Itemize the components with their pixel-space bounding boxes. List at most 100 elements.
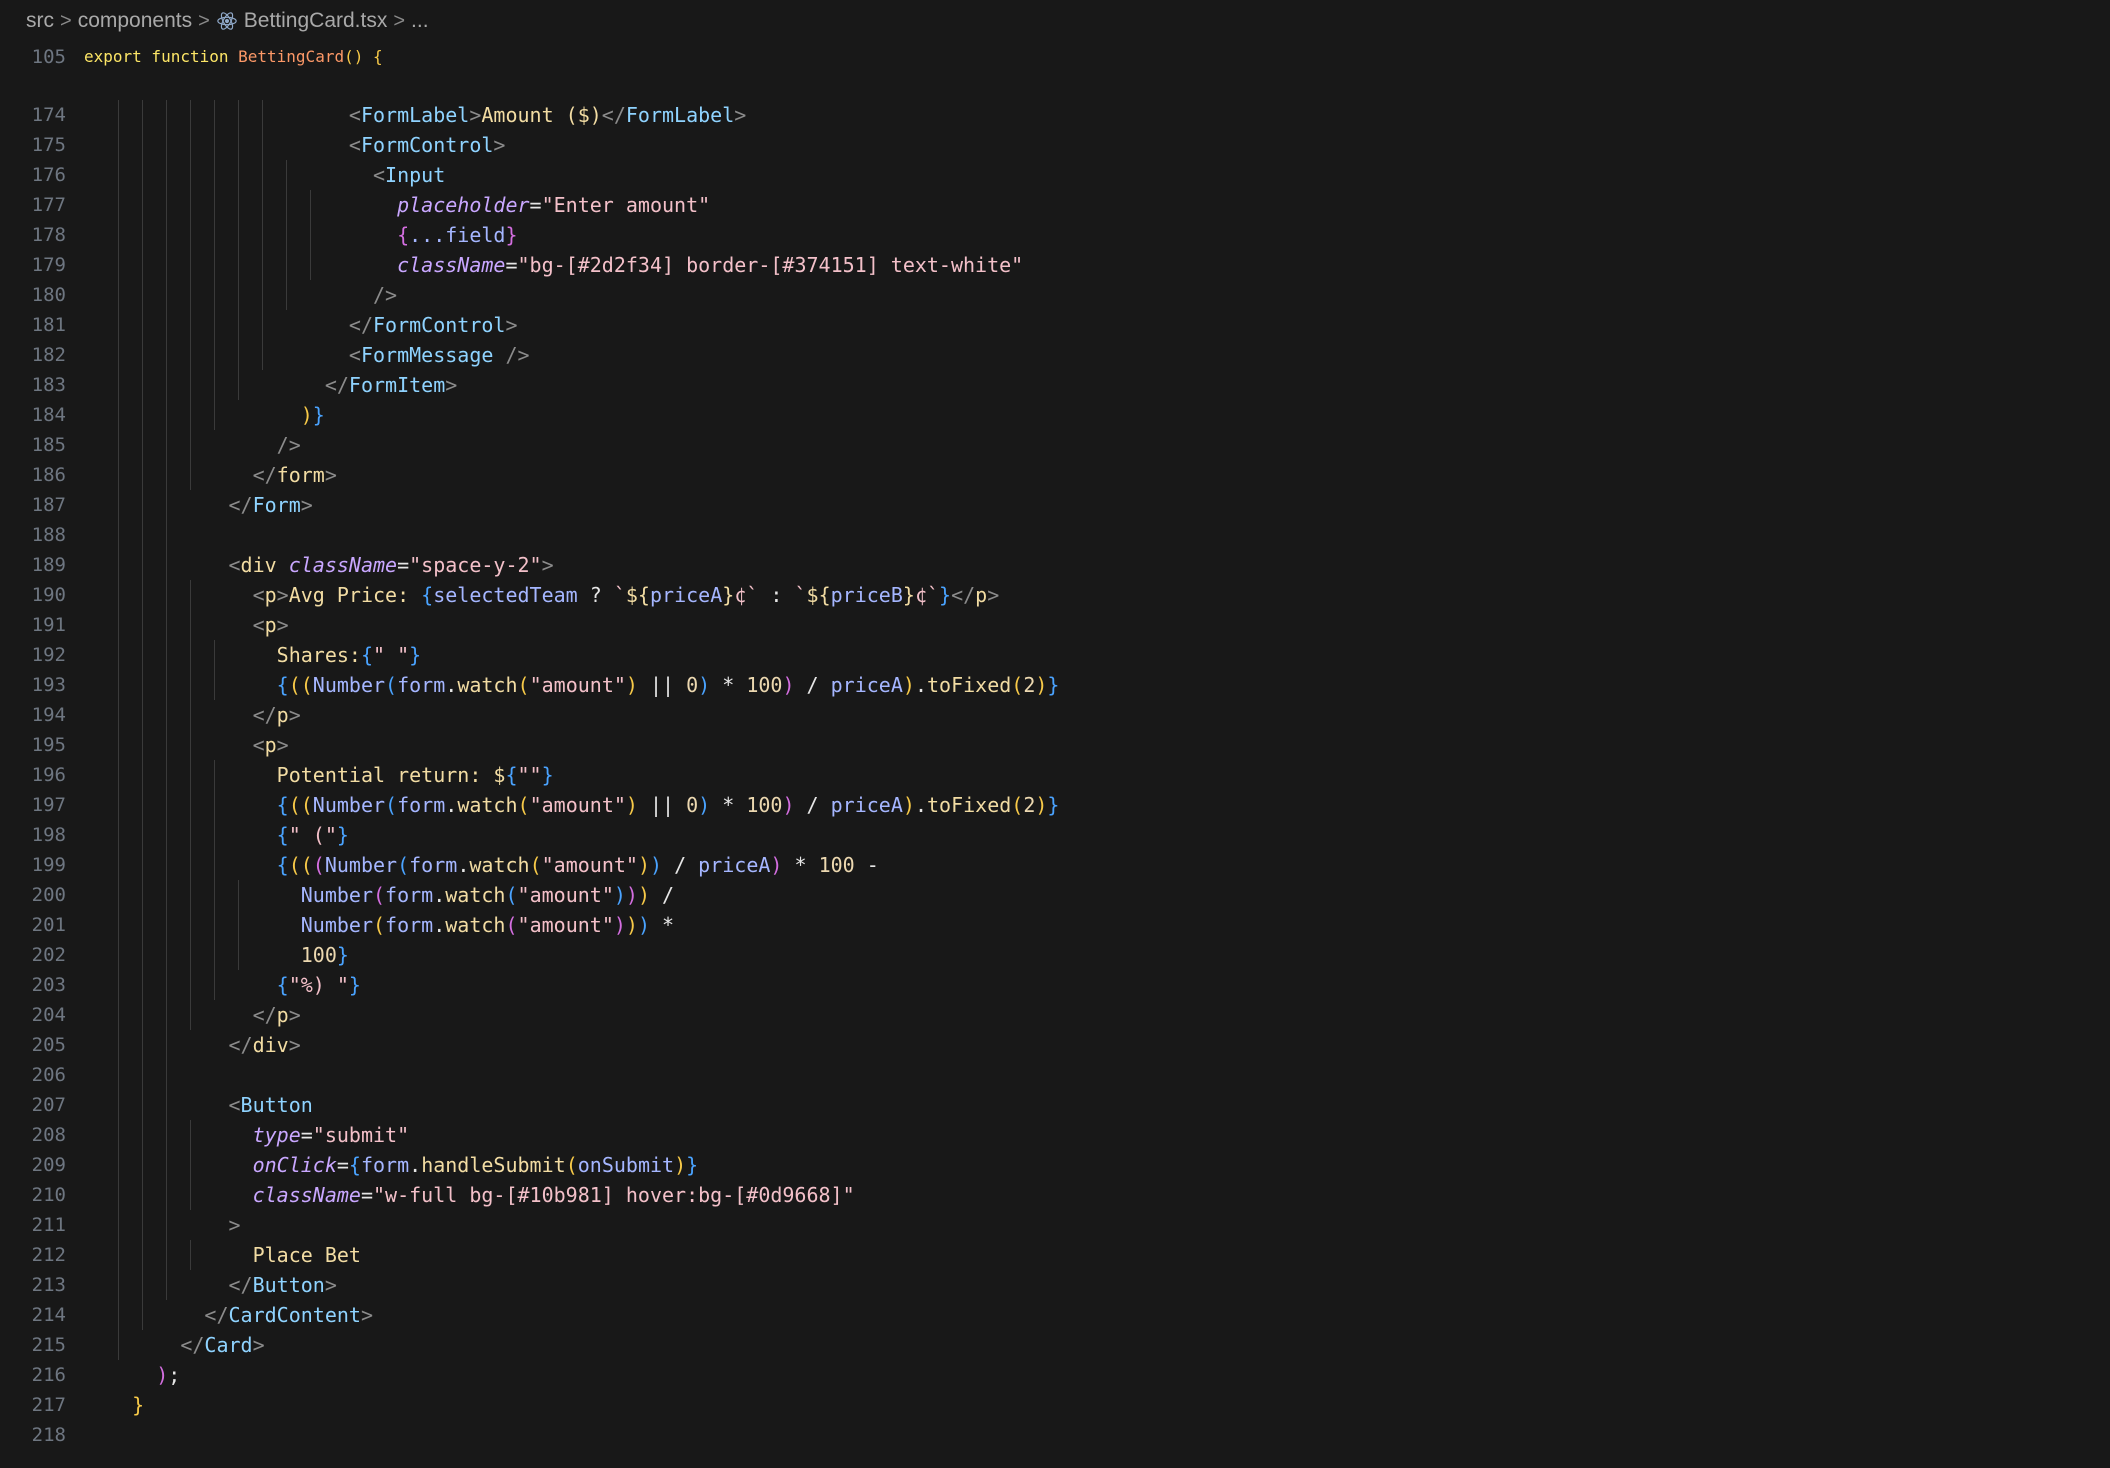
code-line[interactable]: 197 {((Number(form.watch("amount") || 0)…: [0, 790, 2110, 820]
code-token: >: [469, 103, 482, 127]
code-line[interactable]: 216 );: [0, 1360, 2110, 1390]
code-text: type="submit": [84, 1120, 410, 1150]
code-token: >: [445, 373, 458, 397]
code-token: =: [300, 1123, 313, 1147]
breadcrumb-item-symbol[interactable]: ...: [411, 9, 429, 33]
code-line[interactable]: 186 </form>: [0, 460, 2110, 490]
code-token: ): [650, 853, 663, 877]
code-line[interactable]: 179 className="bg-[#2d2f34] border-[#374…: [0, 250, 2110, 280]
code-line[interactable]: 203 {"%) "}: [0, 970, 2110, 1000]
code-token: >: [541, 553, 554, 577]
code-line[interactable]: 192 Shares:{" "}: [0, 640, 2110, 670]
code-line[interactable]: 199 {(((Number(form.watch("amount")) / p…: [0, 850, 2110, 880]
code-text: <div className="space-y-2">: [84, 550, 554, 580]
code-line[interactable]: 209 onClick={form.handleSubmit(onSubmit)…: [0, 1150, 2110, 1180]
code-text: />: [84, 280, 397, 310]
code-text: </p>: [84, 1000, 301, 1030]
line-number: 198: [31, 824, 66, 846]
code-line[interactable]: 212 Place Bet: [0, 1240, 2110, 1270]
line-number: 182: [31, 344, 66, 366]
code-text: </FormControl>: [84, 310, 518, 340]
code-token: () {: [344, 47, 383, 66]
code-line[interactable]: 210 className="w-full bg-[#10b981] hover…: [0, 1180, 2110, 1210]
code-token: }: [939, 583, 952, 607]
code-token: >: [228, 1213, 241, 1237]
code-token: div: [240, 553, 289, 577]
code-token: .: [445, 673, 458, 697]
code-line[interactable]: 180 />: [0, 280, 2110, 310]
code-line[interactable]: 200 Number(form.watch("amount"))) /: [0, 880, 2110, 910]
line-number: 210: [31, 1184, 66, 1206]
code-token: </: [601, 103, 626, 127]
code-token: p: [264, 733, 277, 757]
code-line[interactable]: 202 100}: [0, 940, 2110, 970]
code-text: <FormLabel>Amount ($)</FormLabel>: [84, 100, 746, 130]
code-token: (: [505, 883, 518, 907]
code-text: >: [84, 1210, 241, 1240]
code-line[interactable]: 190 <p>Avg Price: {selectedTeam ? `${pri…: [0, 580, 2110, 610]
code-token: toFixed: [926, 793, 1012, 817]
code-line[interactable]: 177 placeholder="Enter amount": [0, 190, 2110, 220]
code-line[interactable]: 215 </Card>: [0, 1330, 2110, 1360]
line-number: 218: [31, 1424, 66, 1446]
code-line[interactable]: 205 </div>: [0, 1030, 2110, 1060]
code-line[interactable]: 218: [0, 1420, 2110, 1450]
code-token: /: [650, 883, 675, 907]
code-line[interactable]: 105 export function BettingCard() {: [0, 42, 2110, 72]
code-line[interactable]: 195 <p>: [0, 730, 2110, 760]
code-line[interactable]: 174 <FormLabel>Amount ($)</FormLabel>: [0, 100, 2110, 130]
code-line[interactable]: 178 {...field}: [0, 220, 2110, 250]
code-line[interactable]: 175 <FormControl>: [0, 130, 2110, 160]
code-line[interactable]: 206: [0, 1060, 2110, 1090]
code-token: "%) ": [288, 973, 349, 997]
code-line[interactable]: 188: [0, 520, 2110, 550]
code-line[interactable]: 201 Number(form.watch("amount"))) *: [0, 910, 2110, 940]
code-line[interactable]: 189 <div className="space-y-2">: [0, 550, 2110, 580]
code-line[interactable]: 207 <Button: [0, 1090, 2110, 1120]
code-line[interactable]: 193 {((Number(form.watch("amount") || 0)…: [0, 670, 2110, 700]
code-text: );: [84, 1360, 180, 1390]
breadcrumb-item-src[interactable]: src: [26, 9, 54, 33]
code-line[interactable]: 213 </Button>: [0, 1270, 2110, 1300]
code-line[interactable]: 184 )}: [0, 400, 2110, 430]
code-line[interactable]: 217 }: [0, 1390, 2110, 1420]
code-line[interactable]: 183 </FormItem>: [0, 370, 2110, 400]
code-token: "amount": [529, 673, 626, 697]
code-line[interactable]: 176 <Input: [0, 160, 2110, 190]
code-line[interactable]: 196 Potential return: ${""}: [0, 760, 2110, 790]
code-token: ): [637, 883, 650, 907]
code-token: (: [312, 853, 325, 877]
breadcrumb-item-components[interactable]: components: [78, 9, 192, 33]
sticky-scroll-line[interactable]: 105 export function BettingCard() {: [0, 42, 2110, 72]
code-line[interactable]: 182 <FormMessage />: [0, 340, 2110, 370]
code-line[interactable]: 194 </p>: [0, 700, 2110, 730]
line-number: 213: [31, 1274, 66, 1296]
breadcrumb-item-file[interactable]: BettingCard.tsx: [244, 9, 388, 33]
code-line[interactable]: 187 </Form>: [0, 490, 2110, 520]
code-line[interactable]: 191 <p>: [0, 610, 2110, 640]
code-token: .: [433, 913, 446, 937]
code-line[interactable]: 208 type="submit": [0, 1120, 2110, 1150]
code-line[interactable]: 204 </p>: [0, 1000, 2110, 1030]
code-text: Shares:{" "}: [84, 640, 422, 670]
code-line[interactable]: 211 >: [0, 1210, 2110, 1240]
code-token: >: [276, 733, 289, 757]
code-line[interactable]: 214 </CardContent>: [0, 1300, 2110, 1330]
code-token: ): [625, 793, 638, 817]
code-line[interactable]: 198 {" ("}: [0, 820, 2110, 850]
code-token: .: [409, 1153, 422, 1177]
code-token: }: [409, 643, 422, 667]
code-line[interactable]: 181 </FormControl>: [0, 310, 2110, 340]
code-line[interactable]: 185 />: [0, 430, 2110, 460]
code-token: Number: [324, 853, 398, 877]
